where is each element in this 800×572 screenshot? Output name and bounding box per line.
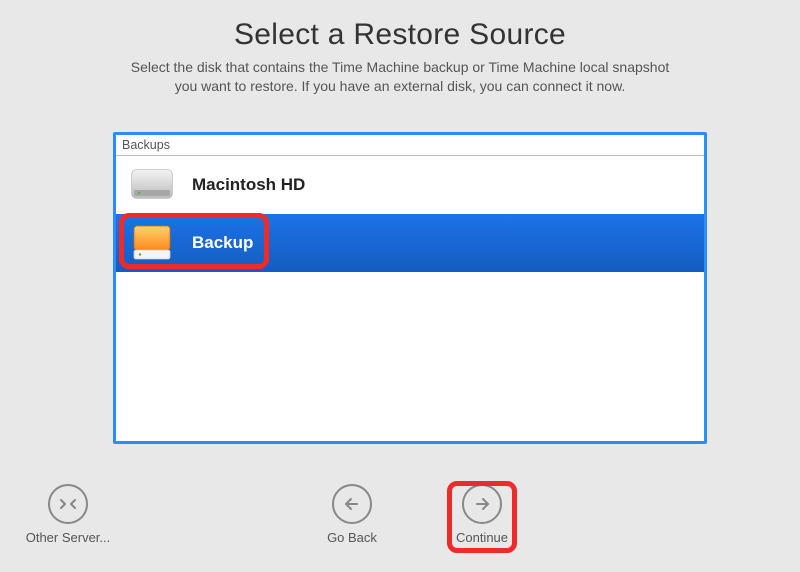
footer: Other Server... Go Back Continue bbox=[0, 484, 800, 564]
internal-disk-icon bbox=[130, 166, 174, 204]
arrow-left-icon bbox=[332, 484, 372, 524]
go-back-button[interactable]: Go Back bbox=[322, 484, 382, 545]
arrow-right-icon bbox=[462, 484, 502, 524]
external-disk-icon bbox=[130, 224, 174, 262]
list-item-label: Macintosh HD bbox=[192, 175, 305, 195]
list-item-backup[interactable]: Backup bbox=[116, 214, 704, 272]
subtitle-line-2: you want to restore. If you have an exte… bbox=[175, 78, 626, 94]
backups-panel: Backups Macintosh HD bbox=[113, 132, 707, 444]
other-server-button[interactable]: Other Server... bbox=[20, 484, 116, 545]
subtitle-line-1: Select the disk that contains the Time M… bbox=[131, 59, 670, 75]
button-label: Go Back bbox=[322, 530, 382, 545]
backups-list: Macintosh HD Backup bbox=[116, 156, 704, 272]
continue-button[interactable]: Continue bbox=[452, 484, 512, 545]
page-title: Select a Restore Source bbox=[0, 18, 800, 52]
header: Select a Restore Source Select the disk … bbox=[0, 0, 800, 96]
panel-section-label: Backups bbox=[116, 135, 704, 156]
button-label: Other Server... bbox=[20, 530, 116, 545]
network-icon bbox=[48, 484, 88, 524]
list-item-macintosh-hd[interactable]: Macintosh HD bbox=[116, 156, 704, 214]
button-label: Continue bbox=[452, 530, 512, 545]
page-subtitle: Select the disk that contains the Time M… bbox=[0, 58, 800, 96]
list-item-label: Backup bbox=[192, 233, 253, 253]
